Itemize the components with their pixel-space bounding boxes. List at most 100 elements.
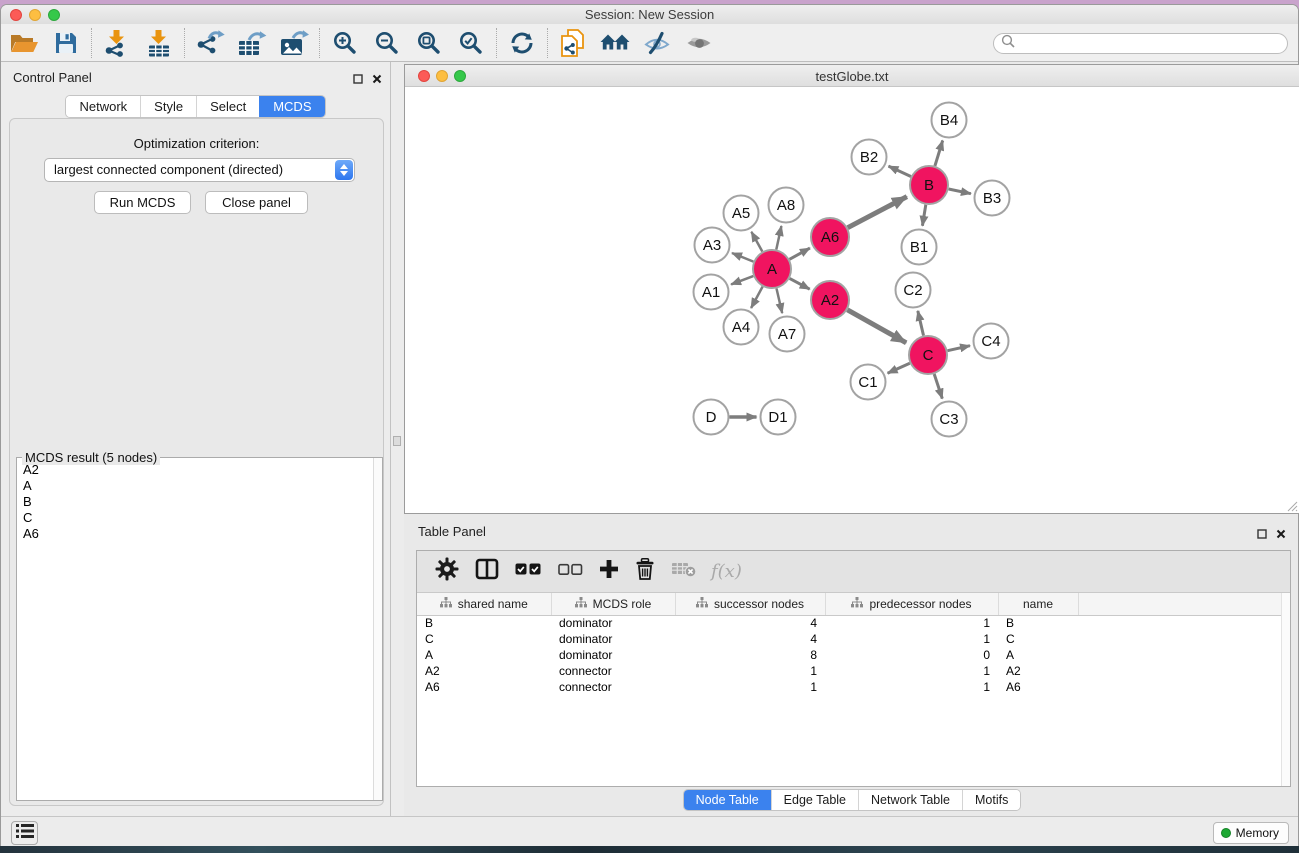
mcds-result-item[interactable]: B	[23, 494, 372, 510]
table-tab-motifs[interactable]: Motifs	[962, 790, 1020, 810]
zoom-in-button[interactable]	[324, 26, 366, 60]
node-B[interactable]: B	[910, 166, 948, 204]
node-A7[interactable]: A7	[770, 317, 805, 352]
network-canvas[interactable]: A A1 A2 A3 A4 A5 A6 A7 A8 B B1 B2 B3 B4 C C1 C2 C3 C4 D D1	[405, 87, 1299, 513]
refresh-layout-button[interactable]	[501, 26, 543, 60]
show-panels-button[interactable]	[11, 821, 38, 845]
edge-C-C3[interactable]	[934, 374, 942, 399]
node-C2[interactable]: C2	[896, 273, 931, 308]
split-divider-grip[interactable]	[393, 436, 401, 446]
zoom-fit-button[interactable]	[408, 26, 450, 60]
node-A4[interactable]: A4	[724, 310, 759, 345]
edge-C-C2[interactable]	[918, 311, 924, 336]
table-tab-edge-table[interactable]: Edge Table	[771, 790, 858, 810]
tab-mcds[interactable]: MCDS	[259, 96, 324, 117]
table-row[interactable]: Cdominator41C	[417, 631, 1290, 647]
criterion-dropdown[interactable]: largest connected component (directed)	[44, 158, 355, 182]
close-table-panel-icon[interactable]	[1276, 526, 1286, 544]
edge-B-B3[interactable]	[949, 189, 971, 194]
edge-A-A6[interactable]	[790, 248, 810, 259]
node-C[interactable]: C	[909, 336, 947, 374]
edge-A-A7[interactable]	[777, 289, 783, 314]
zoom-selected-button[interactable]	[450, 26, 492, 60]
edge-A-A4[interactable]	[751, 287, 763, 308]
home-view-button[interactable]	[594, 26, 636, 60]
destroy-table-button[interactable]	[663, 554, 705, 590]
columns-button[interactable]	[467, 554, 507, 590]
delete-row-button[interactable]	[627, 554, 663, 590]
node-A5[interactable]: A5	[724, 196, 759, 231]
table-row[interactable]: Bdominator41B	[417, 615, 1290, 631]
node-C4[interactable]: C4	[974, 324, 1009, 359]
table-tab-node-table[interactable]: Node Table	[684, 790, 771, 810]
mcds-result-item[interactable]: A6	[23, 526, 372, 542]
close-panel-icon[interactable]	[372, 71, 382, 89]
node-C1[interactable]: C1	[851, 365, 886, 400]
tab-style[interactable]: Style	[140, 96, 196, 117]
node-D[interactable]: D	[694, 400, 729, 435]
column-header-MCDS-role[interactable]: MCDS role	[551, 593, 675, 615]
tab-select[interactable]: Select	[196, 96, 259, 117]
import-network-button[interactable]	[96, 26, 138, 60]
function-builder-button[interactable]: f(x)	[705, 561, 748, 582]
node-B2[interactable]: B2	[852, 140, 887, 175]
column-header-name[interactable]: name	[998, 593, 1078, 615]
select-all-button[interactable]	[507, 554, 550, 590]
column-header-predecessor-nodes[interactable]: predecessor nodes	[825, 593, 998, 615]
add-row-button[interactable]	[591, 554, 627, 590]
open-session-button[interactable]	[3, 26, 45, 60]
node-A1[interactable]: A1	[694, 275, 729, 310]
search-input[interactable]	[1019, 37, 1279, 51]
zoom-out-button[interactable]	[366, 26, 408, 60]
export-image-button[interactable]	[273, 26, 315, 60]
close-panel-button[interactable]: Close panel	[205, 191, 308, 214]
node-A2[interactable]: A2	[811, 281, 849, 319]
edge-A-A3[interactable]	[732, 253, 753, 262]
edge-A-A8[interactable]	[776, 226, 781, 250]
tab-network[interactable]: Network	[66, 96, 140, 117]
run-mcds-button[interactable]: Run MCDS	[94, 191, 191, 214]
node-B3[interactable]: B3	[975, 181, 1010, 216]
node-C3[interactable]: C3	[932, 402, 967, 437]
edge-B-B2[interactable]	[889, 166, 911, 176]
save-session-button[interactable]	[45, 26, 87, 60]
settings-button[interactable]	[427, 554, 467, 590]
edge-A6-B[interactable]	[848, 197, 907, 228]
export-table-button[interactable]	[231, 26, 273, 60]
edge-A-A1[interactable]	[731, 276, 753, 284]
edge-B-B1[interactable]	[922, 205, 925, 226]
edge-A-A5[interactable]	[751, 232, 762, 252]
mcds-result-item[interactable]: A	[23, 478, 372, 494]
new-network-from-selection-button[interactable]	[552, 26, 594, 60]
column-header-successor-nodes[interactable]: successor nodes	[675, 593, 825, 615]
hide-selected-button[interactable]	[636, 26, 678, 60]
node-B4[interactable]: B4	[932, 103, 967, 138]
table-row[interactable]: Adominator80A	[417, 647, 1290, 663]
mcds-list-scrollbar[interactable]	[373, 458, 382, 800]
edge-B-B4[interactable]	[935, 141, 943, 166]
column-header-shared-name[interactable]: shared name	[417, 593, 551, 615]
table-row[interactable]: A2connector11A2	[417, 663, 1290, 679]
float-table-panel-icon[interactable]	[1257, 526, 1267, 544]
table-scrollbar[interactable]	[1281, 593, 1290, 786]
table-row[interactable]: A6connector11A6	[417, 679, 1290, 695]
mcds-result-item[interactable]: C	[23, 510, 372, 526]
node-A6[interactable]: A6	[811, 218, 849, 256]
show-all-button[interactable]	[678, 26, 720, 60]
memory-button[interactable]: Memory	[1213, 822, 1289, 844]
node-D1[interactable]: D1	[761, 400, 796, 435]
deselect-all-button[interactable]	[550, 554, 591, 590]
search-field[interactable]	[993, 33, 1288, 54]
import-table-button[interactable]	[138, 26, 180, 60]
edge-A-A2[interactable]	[790, 278, 810, 289]
table-tab-network-table[interactable]: Network Table	[858, 790, 962, 810]
node-A8[interactable]: A8	[769, 188, 804, 223]
edge-C-C1[interactable]	[888, 363, 910, 373]
node-A3[interactable]: A3	[695, 228, 730, 263]
edge-C-C4[interactable]	[948, 346, 971, 351]
mcds-result-item[interactable]: A2	[23, 462, 372, 478]
node-A[interactable]: A	[753, 250, 791, 288]
export-network-button[interactable]	[189, 26, 231, 60]
node-B1[interactable]: B1	[902, 230, 937, 265]
float-panel-icon[interactable]	[353, 71, 363, 89]
